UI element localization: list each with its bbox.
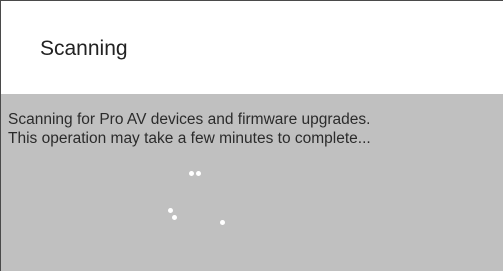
loading-spinner-icon (151, 159, 251, 259)
spinner-dot (196, 171, 201, 176)
spinner-dot (168, 208, 173, 213)
scan-message-line-1: Scanning for Pro AV devices and firmware… (8, 111, 371, 128)
dialog-header: Scanning (1, 1, 503, 93)
spinner-dot (189, 171, 194, 176)
dialog-title: Scanning (40, 37, 128, 60)
dialog-body: Scanning for Pro AV devices and firmware… (1, 94, 503, 271)
scan-message-line-2: This operation may take a few minutes to… (8, 130, 371, 147)
spinner-dot (172, 215, 177, 220)
spinner-dot (220, 220, 225, 225)
scanning-dialog: Scanning Scanning for Pro AV devices and… (0, 0, 503, 271)
